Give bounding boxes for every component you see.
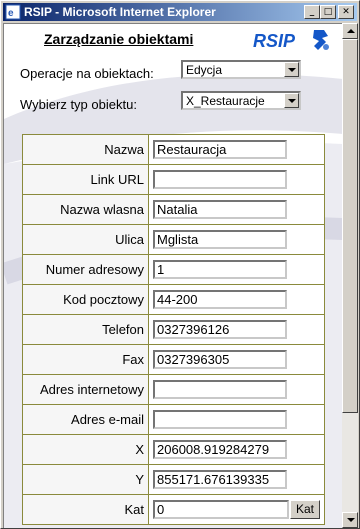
- scroll-up-icon[interactable]: [342, 23, 358, 39]
- form-row-nazwa-wlasna: Nazwa wlasna Natalia: [22, 194, 325, 225]
- field-label: Ulica: [22, 224, 149, 255]
- object-form-table: Nazwa Restauracja Link URL Nazwa wlasna …: [22, 134, 325, 525]
- operations-label: Operacje na obiektach:: [20, 66, 154, 81]
- object-type-label: Wybierz typ obiektu:: [20, 97, 137, 112]
- form-row-numer-adresowy: Numer adresowy 1: [22, 254, 325, 285]
- vertical-scrollbar[interactable]: [342, 23, 358, 528]
- kat-input[interactable]: 0: [153, 500, 289, 519]
- fax-input[interactable]: 0327396305: [153, 350, 287, 369]
- field-label: Telefon: [22, 314, 149, 345]
- browser-window: e RSIP - Microsoft Internet Explorer _ □…: [0, 0, 360, 529]
- operations-select-value: Edycja: [186, 63, 223, 77]
- field-label: X: [22, 434, 149, 465]
- kat-button[interactable]: Kat: [290, 500, 320, 519]
- field-label: Link URL: [22, 164, 149, 195]
- scroll-thumb[interactable]: [342, 39, 358, 413]
- form-row-adres-email: Adres e-mail: [22, 404, 325, 435]
- form-row-adres-internetowy: Adres internetowy: [22, 374, 325, 405]
- nazwa-input[interactable]: Restauracja: [153, 140, 287, 159]
- numer-adresowy-input[interactable]: 1: [153, 260, 287, 279]
- form-row-nazwa: Nazwa Restauracja: [22, 134, 325, 165]
- telefon-input[interactable]: 0327396126: [153, 320, 287, 339]
- form-row-ulica: Ulica Mglista: [22, 224, 325, 255]
- form-row-telefon: Telefon 0327396126: [22, 314, 325, 345]
- field-label: Nazwa: [22, 134, 149, 165]
- link-url-input[interactable]: [153, 170, 287, 189]
- logo-mark-icon: [313, 30, 329, 50]
- field-label: Nazwa wlasna: [22, 194, 149, 225]
- window-title: RSIP - Microsoft Internet Explorer: [24, 5, 216, 19]
- form-row-link-url: Link URL: [22, 164, 325, 195]
- ulica-input[interactable]: Mglista: [153, 230, 287, 249]
- minimize-button[interactable]: _: [304, 5, 320, 19]
- form-row-kat: Kat 0 Kat: [22, 494, 325, 525]
- chevron-down-icon[interactable]: [284, 62, 299, 77]
- form-row-x: X 206008.919284279: [22, 434, 325, 465]
- kod-pocztowy-input[interactable]: 44-200: [153, 290, 287, 309]
- scroll-down-icon[interactable]: [342, 512, 358, 528]
- object-type-select[interactable]: X_Restauracje: [181, 91, 301, 110]
- field-label: Kat: [22, 494, 149, 525]
- form-row-fax: Fax 0327396305: [22, 344, 325, 375]
- field-label: Y: [22, 464, 149, 495]
- title-bar[interactable]: e RSIP - Microsoft Internet Explorer _ □…: [3, 3, 357, 21]
- operations-select[interactable]: Edycja: [181, 60, 301, 79]
- field-label: Adres internetowy: [22, 374, 149, 405]
- logo-text: RSIP: [253, 31, 296, 51]
- ie-icon: e: [5, 4, 21, 20]
- page-title: Zarządzanie obiektami: [44, 31, 194, 47]
- field-label: Adres e-mail: [22, 404, 149, 435]
- page-content: Zarządzanie obiektami RSIP Operacje na o…: [3, 23, 343, 528]
- field-label: Numer adresowy: [22, 254, 149, 285]
- object-type-select-value: X_Restauracje: [186, 94, 265, 108]
- field-label: Fax: [22, 344, 149, 375]
- nazwa-wlasna-input[interactable]: Natalia: [153, 200, 287, 219]
- svg-text:e: e: [8, 8, 14, 19]
- adres-internetowy-input[interactable]: [153, 380, 287, 399]
- adres-email-input[interactable]: [153, 410, 287, 429]
- close-button[interactable]: ✕: [338, 5, 354, 19]
- y-coordinate-input[interactable]: 855171.676139335: [153, 470, 287, 489]
- field-label: Kod pocztowy: [22, 284, 149, 315]
- chevron-down-icon[interactable]: [284, 93, 299, 108]
- form-row-kod-pocztowy: Kod pocztowy 44-200: [22, 284, 325, 315]
- maximize-button[interactable]: □: [320, 5, 336, 19]
- x-coordinate-input[interactable]: 206008.919284279: [153, 440, 287, 459]
- form-row-y: Y 855171.676139335: [22, 464, 325, 495]
